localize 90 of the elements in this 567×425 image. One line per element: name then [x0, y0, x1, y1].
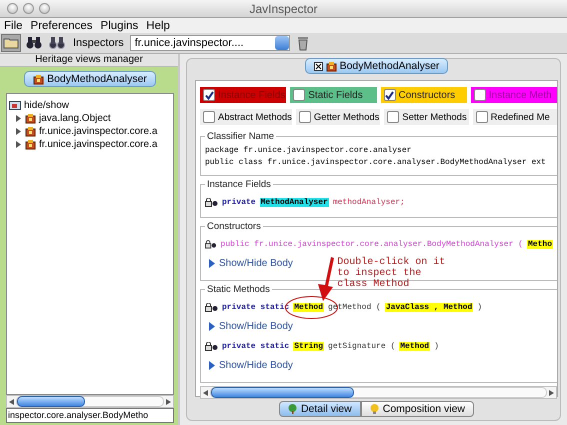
play-icon [209, 259, 215, 268]
menu-item[interactable]: File [4, 20, 23, 32]
window-title: JavInspector [248, 2, 319, 16]
tree-item[interactable]: hide/show [9, 99, 171, 112]
code-token: getSignature ( [327, 342, 396, 350]
category-filter[interactable]: Static Fields [290, 87, 376, 103]
menu-item[interactable]: Preferences [30, 20, 93, 32]
checkbox[interactable] [298, 111, 311, 123]
expander-icon[interactable] [15, 128, 22, 135]
lock-icon [205, 198, 218, 206]
code-token[interactable]: JavaClass , Method [384, 302, 474, 312]
section-title: Constructors [206, 221, 262, 232]
code-token: ) [476, 302, 484, 312]
tree-label: hide/show [24, 100, 70, 111]
class-icon [326, 60, 337, 72]
member-filter[interactable]: Abstract Methods [200, 109, 292, 125]
class-icon [33, 74, 44, 84]
close-icon[interactable] [314, 62, 323, 70]
class-icon [25, 126, 36, 137]
scroll-left-icon[interactable] [9, 398, 14, 404]
section-title: Classifier Name [206, 131, 276, 142]
lock-icon [205, 240, 217, 248]
tree-label: fr.unice.javinspector.core.a [39, 126, 158, 137]
inspector-select[interactable]: fr.unice.javinspector.... [130, 35, 290, 51]
expander-icon[interactable] [15, 115, 22, 122]
code-token[interactable]: String [293, 342, 324, 350]
section-title: Instance Fields [206, 179, 272, 190]
tree-item[interactable]: java.lang.Object [9, 112, 171, 125]
code-token[interactable]: Method [399, 342, 430, 350]
code-token[interactable]: Metho [526, 240, 553, 248]
scroll-right-icon[interactable] [166, 398, 171, 404]
inspectors-label: Inspectors [73, 37, 124, 49]
play-icon [209, 322, 215, 331]
checkbox[interactable] [476, 111, 488, 123]
category-filter[interactable]: Constructors [380, 87, 467, 103]
code-token: methodAnalyser; [332, 198, 406, 206]
panel-title: BodyMethodAnalyser [24, 71, 156, 87]
zoom-button[interactable] [39, 3, 50, 14]
horizontal-scrollbar[interactable] [6, 395, 174, 408]
show-hide-link[interactable]: Show/Hide Body [209, 321, 293, 332]
panel-header: Heritage views manager [0, 54, 178, 67]
panel-title: BodyMethodAnalyser [304, 58, 448, 74]
section-title: Static Methods [206, 284, 271, 295]
monitor-icon [9, 100, 21, 110]
tree-icon [288, 404, 297, 414]
member-filter[interactable]: Setter Methods [384, 109, 469, 125]
code-token: private static [221, 342, 290, 350]
lock-icon [205, 342, 218, 350]
checkbox[interactable] [384, 89, 396, 101]
checkbox[interactable] [474, 89, 486, 101]
code-token: ) [433, 342, 440, 350]
member-filter[interactable]: Getter Methods [296, 109, 380, 125]
class-icon [25, 113, 36, 124]
class-name-field[interactable]: inspector.core.analyser.BodyMetho [6, 408, 174, 423]
checkbox[interactable] [203, 89, 215, 101]
scroll-right-icon[interactable] [549, 390, 554, 396]
expander-icon[interactable] [15, 141, 22, 148]
view-tab[interactable]: Detail view [278, 401, 361, 417]
code-token[interactable]: MethodAnalyser [260, 198, 329, 206]
binoculars-button[interactable] [47, 34, 67, 52]
tree-label: java.lang.Object [39, 113, 111, 124]
horizontal-scrollbar[interactable] [200, 386, 557, 399]
close-button[interactable] [7, 3, 18, 14]
checkbox[interactable] [203, 111, 215, 123]
menu-item[interactable]: Help [146, 20, 170, 32]
view-tab[interactable]: Composition view [360, 401, 474, 417]
menu-item[interactable]: Plugins [100, 20, 138, 32]
member-filter[interactable]: Redefined Me [472, 109, 557, 125]
code-token: public fr.unice.javinspector.core.analyser.BodyMethodAnalyser ( [220, 240, 524, 248]
code-line: package fr.unice.javinspector.core.analyser [205, 145, 412, 157]
scrollbar-thumb[interactable] [17, 396, 85, 407]
tree-item[interactable]: fr.unice.javinspector.core.a [9, 138, 171, 151]
code-token[interactable]: Method [293, 302, 324, 312]
show-hide-link[interactable]: Show/Hide Body [209, 360, 293, 371]
class-icon [25, 139, 36, 150]
checkbox[interactable] [387, 111, 400, 123]
annotation-text: Double-click on it to inspect the class Method [337, 256, 446, 290]
play-icon [209, 361, 215, 370]
minimize-button[interactable] [23, 3, 34, 14]
lock-icon [205, 302, 218, 312]
scroll-left-icon[interactable] [203, 390, 208, 396]
bulb-icon [370, 404, 379, 414]
scrollbar-thumb[interactable] [211, 387, 354, 398]
folder-button[interactable] [1, 34, 21, 52]
checkbox[interactable] [293, 89, 306, 101]
show-hide-link[interactable]: Show/Hide Body [209, 258, 293, 269]
tree-item[interactable]: fr.unice.javinspector.core.a [9, 125, 171, 138]
code-line: public class fr.unice.javinspector.core.analyser.BodyMethodAnalyser ext [205, 157, 547, 169]
tree-label: fr.unice.javinspector.core.a [39, 139, 158, 150]
code-token: private [221, 198, 257, 206]
